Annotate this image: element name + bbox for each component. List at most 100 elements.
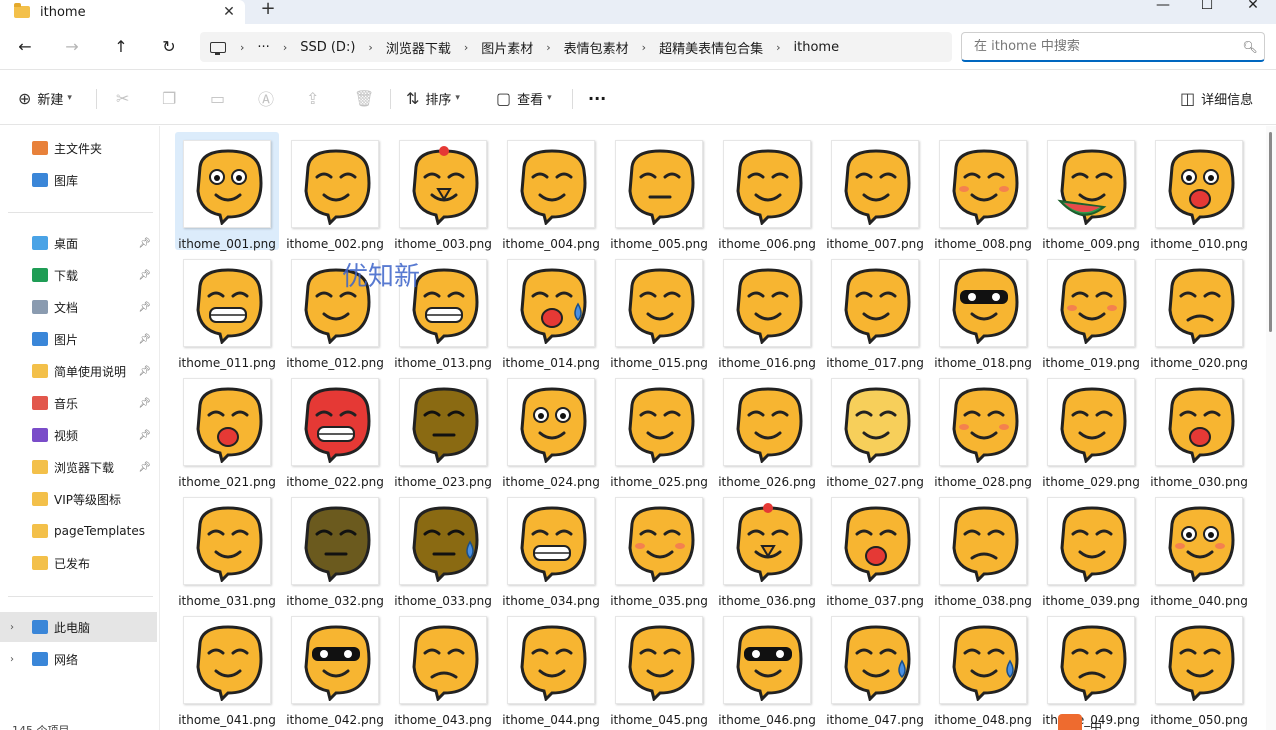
sidebar-item-pinned-4[interactable]: 简单使用说明 📌︎ <box>0 356 157 386</box>
sidebar-item-drives-0[interactable]: › 此电脑 <box>0 612 157 642</box>
file-tile[interactable]: ithome_039.png <box>1039 489 1143 608</box>
search-icon[interactable]: 🔍︎ <box>1236 40 1264 54</box>
file-tile[interactable]: ithome_008.png <box>931 132 1035 251</box>
file-thumbnail[interactable] <box>615 616 703 704</box>
refresh-button[interactable]: ↻ <box>155 34 183 60</box>
file-tile[interactable]: ithome_033.png <box>391 489 495 608</box>
file-tile[interactable]: ithome_007.png <box>823 132 927 251</box>
file-thumbnail[interactable] <box>1155 497 1243 585</box>
file-thumbnail[interactable] <box>1047 259 1135 347</box>
share-button[interactable]: ⇪ <box>306 85 325 111</box>
sidebar-item-pinned-8[interactable]: VIP等级图标 <box>0 484 157 514</box>
file-tile[interactable]: ithome_046.png <box>715 608 819 727</box>
more-options-button[interactable]: ··· <box>588 85 606 111</box>
file-thumbnail[interactable] <box>1155 378 1243 466</box>
vertical-scrollbar[interactable] <box>1266 126 1276 730</box>
sidebar-item-pinned-9[interactable]: pageTemplates <box>0 516 157 546</box>
file-thumbnail[interactable] <box>723 616 811 704</box>
file-thumbnail[interactable] <box>939 140 1027 228</box>
back-button[interactable]: ← <box>11 34 39 60</box>
file-thumbnail[interactable] <box>1155 140 1243 228</box>
file-thumbnail[interactable] <box>831 616 919 704</box>
file-thumbnail[interactable] <box>615 259 703 347</box>
file-tile[interactable]: ithome_003.png <box>391 132 495 251</box>
file-thumbnail[interactable] <box>291 497 379 585</box>
file-thumbnail[interactable] <box>291 140 379 228</box>
file-thumbnail[interactable] <box>723 140 811 228</box>
paste-button[interactable]: ▭ <box>210 85 231 111</box>
sort-button[interactable]: ⇅ 排序 ▾ <box>406 85 460 111</box>
sidebar-item-pinned-7[interactable]: 浏览器下载 📌︎ <box>0 452 157 482</box>
maximize-button[interactable]: ☐ <box>1184 0 1230 18</box>
file-tile[interactable]: ithome_038.png <box>931 489 1035 608</box>
file-thumbnail[interactable] <box>183 378 271 466</box>
file-thumbnail[interactable] <box>831 140 919 228</box>
file-thumbnail[interactable] <box>1047 616 1135 704</box>
scrollbar-thumb[interactable] <box>1269 132 1272 332</box>
breadcrumb-emoji-collection[interactable]: 超精美表情包合集 <box>659 38 763 57</box>
file-tile[interactable]: ithome_017.png <box>823 251 927 370</box>
sidebar-item-pinned-2[interactable]: 文档 📌︎ <box>0 292 157 322</box>
file-thumbnail[interactable] <box>723 378 811 466</box>
file-thumbnail[interactable] <box>291 378 379 466</box>
new-button[interactable]: ⊕ 新建 ▾ <box>18 85 72 111</box>
breadcrumb-emoji-assets[interactable]: 表情包素材 <box>564 38 629 57</box>
file-thumbnail[interactable] <box>939 616 1027 704</box>
file-tile[interactable]: ithome_050.png <box>1147 608 1251 727</box>
breadcrumb-drive[interactable]: SSD (D:) <box>300 40 355 55</box>
view-button[interactable]: ▢ 查看 ▾ <box>496 85 552 111</box>
copy-button[interactable]: ❐ <box>162 85 182 111</box>
sidebar-item-pinned-10[interactable]: 已发布 <box>0 548 157 578</box>
file-thumbnail[interactable] <box>399 378 487 466</box>
file-thumbnail[interactable] <box>1047 140 1135 228</box>
search-box[interactable]: 🔍︎ <box>961 32 1265 62</box>
file-tile[interactable]: ithome_036.png <box>715 489 819 608</box>
file-thumbnail[interactable] <box>831 259 919 347</box>
file-thumbnail[interactable] <box>507 616 595 704</box>
file-tile[interactable]: ithome_042.png <box>283 608 387 727</box>
file-tile[interactable]: ithome_001.png <box>175 132 279 251</box>
file-tile[interactable]: ithome_010.png <box>1147 132 1251 251</box>
file-thumbnail[interactable] <box>1047 497 1135 585</box>
file-thumbnail[interactable] <box>1155 616 1243 704</box>
file-tile[interactable]: ithome_035.png <box>607 489 711 608</box>
sidebar-item-quick-1[interactable]: 图库 <box>0 165 157 195</box>
sidebar-item-quick-0[interactable]: 主文件夹 <box>0 133 157 163</box>
file-thumbnail[interactable] <box>723 259 811 347</box>
file-tile[interactable]: ithome_014.png <box>499 251 603 370</box>
file-thumbnail[interactable] <box>183 140 271 228</box>
file-tile[interactable]: ithome_019.png <box>1039 251 1143 370</box>
file-tile[interactable]: ithome_018.png <box>931 251 1035 370</box>
tab-ithome[interactable]: ithome ✕ <box>0 0 245 24</box>
file-tile[interactable]: ithome_022.png <box>283 370 387 489</box>
file-thumbnail[interactable] <box>291 616 379 704</box>
file-tile[interactable]: ithome_023.png <box>391 370 495 489</box>
file-thumbnail[interactable] <box>399 140 487 228</box>
file-tile[interactable]: ithome_034.png <box>499 489 603 608</box>
file-tile[interactable]: ithome_031.png <box>175 489 279 608</box>
minimize-button[interactable]: — <box>1140 0 1186 18</box>
breadcrumb-more[interactable]: ··· <box>257 40 269 55</box>
file-thumbnail[interactable] <box>399 616 487 704</box>
file-thumbnail[interactable] <box>939 378 1027 466</box>
sidebar-item-pinned-5[interactable]: 音乐 📌︎ <box>0 388 157 418</box>
file-thumbnail[interactable] <box>1047 378 1135 466</box>
file-tile[interactable]: ithome_027.png <box>823 370 927 489</box>
file-tile[interactable]: ithome_030.png <box>1147 370 1251 489</box>
close-tab-button[interactable]: ✕ <box>217 4 241 20</box>
sidebar-item-drives-1[interactable]: › 网络 <box>0 644 157 674</box>
file-thumbnail[interactable] <box>723 497 811 585</box>
rename-button[interactable]: Ⓐ <box>258 85 280 111</box>
file-tile[interactable]: ithome_041.png <box>175 608 279 727</box>
breadcrumb-current[interactable]: ithome <box>794 40 840 55</box>
file-tile[interactable]: ithome_002.png <box>283 132 387 251</box>
sidebar-item-pinned-3[interactable]: 图片 📌︎ <box>0 324 157 354</box>
new-tab-button[interactable]: + <box>256 0 280 22</box>
file-thumbnail[interactable] <box>615 378 703 466</box>
delete-button[interactable]: 🗑︎ <box>354 85 380 111</box>
file-tile[interactable]: ithome_015.png <box>607 251 711 370</box>
address-bar[interactable]: › ··· › SSD (D:) › 浏览器下载 › 图片素材 › 表情包素材 … <box>200 32 952 62</box>
file-tile[interactable]: ithome_029.png <box>1039 370 1143 489</box>
file-thumbnail[interactable] <box>939 497 1027 585</box>
file-thumbnail[interactable] <box>183 259 271 347</box>
